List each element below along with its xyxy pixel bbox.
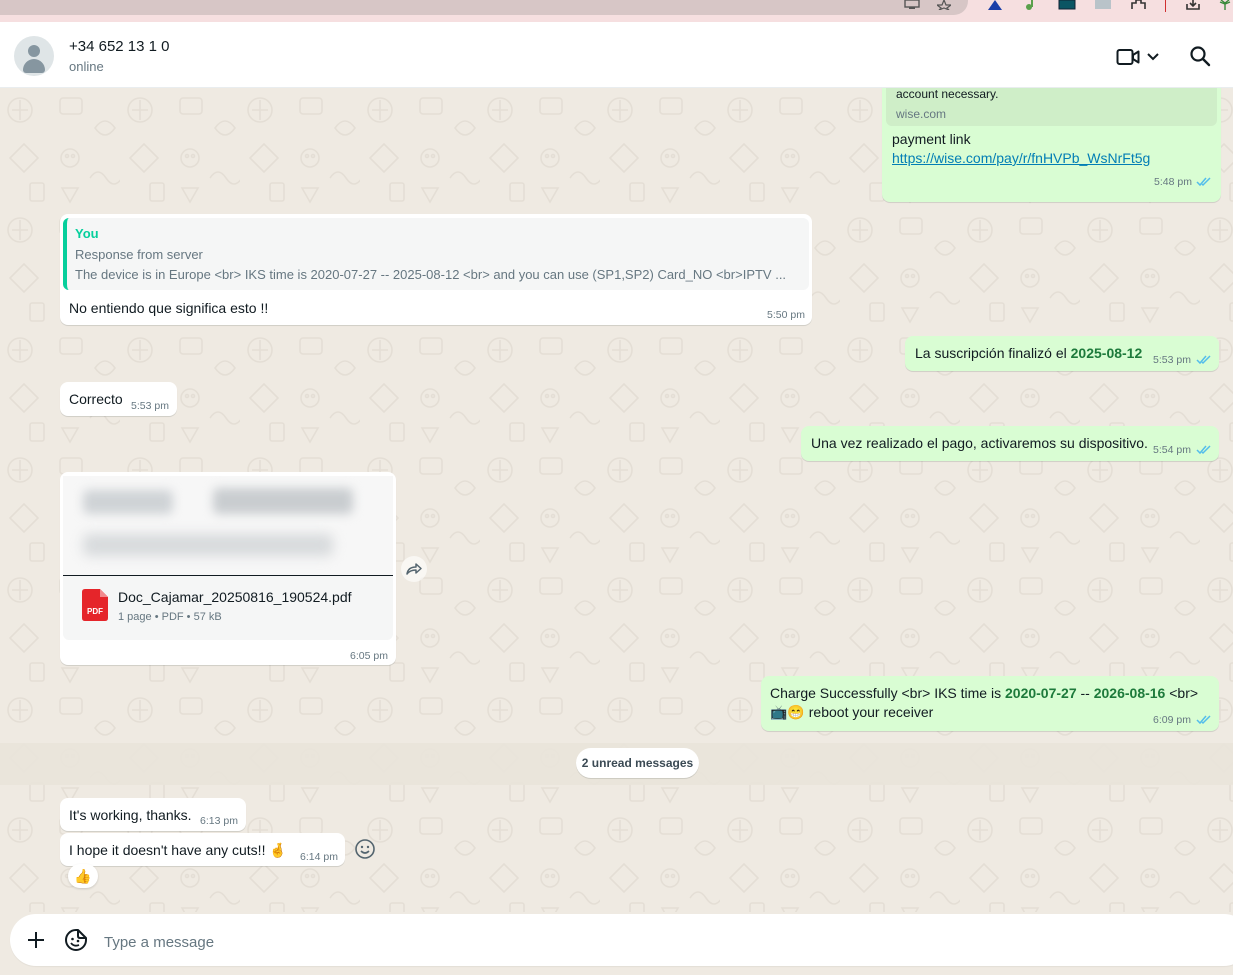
attach-button[interactable] [24, 928, 48, 952]
forward-icon [406, 563, 422, 575]
chevron-down-icon [1147, 53, 1159, 61]
message-correcto[interactable]: Correcto 5:53 pm [60, 382, 177, 416]
extension-gray-icon[interactable] [1094, 0, 1112, 10]
crossed-fingers-emoji: 🤞 [269, 842, 287, 858]
document-file-meta: 1 page • PDF • 57 kB [118, 611, 222, 623]
quote-line-2: The device is in Europe <br> IKS time is… [75, 267, 787, 282]
message-time: 6:13 pm [200, 815, 238, 827]
avatar-body-shape [23, 59, 45, 73]
message-subscription-ended[interactable]: La suscripción finalizó el 2025-08-12 5:… [905, 336, 1219, 371]
read-ticks-icon [1196, 355, 1211, 365]
charge-text-2: <br> [1169, 685, 1199, 701]
document-file-name[interactable]: Doc_Cajamar_20250816_190524.pdf [118, 589, 352, 605]
link-preview-description: account necessary. [896, 88, 999, 101]
address-bar[interactable] [0, 0, 968, 15]
sticker-icon [65, 929, 87, 951]
message-no-cuts[interactable]: I hope it doesn't have any cuts!! 🤞 6:14… [60, 833, 345, 866]
link-preview-domain: wise.com [896, 107, 947, 121]
message-text-content: I hope it doesn't have any cuts!! [69, 842, 266, 858]
message-reply[interactable]: You Response from server The device is i… [60, 214, 812, 325]
music-icon[interactable] [1024, 0, 1038, 10]
star-icon[interactable] [937, 0, 951, 10]
message-time: 6:09 pm [1153, 714, 1191, 726]
plus-icon [28, 932, 44, 948]
message-input[interactable] [102, 928, 1006, 956]
charge-date-separator: -- [1080, 685, 1090, 701]
avatar[interactable] [14, 36, 54, 76]
charge-start-date: 2020-07-27 [1005, 685, 1077, 701]
blurred-preview [83, 534, 333, 556]
read-ticks-icon [1196, 177, 1211, 187]
message-text: I hope it doesn't have any cuts!! 🤞 [69, 842, 287, 859]
charge-text-1: Charge Successfully <br> IKS time is [770, 685, 1002, 701]
message-text: Charge Successfully <br> IKS time is 202… [770, 685, 1198, 701]
link-preview[interactable]: account necessary. wise.com [886, 88, 1217, 126]
quoted-message[interactable]: You Response from server The device is i… [63, 218, 809, 290]
message-time: 5:54 pm [1153, 444, 1191, 456]
read-ticks-icon [1196, 715, 1211, 725]
message-time: 6:05 pm [350, 650, 388, 662]
message-payment-activation[interactable]: Una vez realizado el pago, activaremos s… [801, 426, 1219, 461]
smiley-icon [355, 839, 375, 859]
message-document[interactable]: PDF Doc_Cajamar_20250816_190524.pdf 1 pa… [60, 472, 396, 665]
reaction-badge[interactable]: 👍 [68, 864, 98, 888]
quote-author: You [75, 226, 99, 241]
contact-name[interactable]: +34 652 13 1 0 [69, 38, 170, 55]
document-file-row[interactable]: PDF Doc_Cajamar_20250816_190524.pdf 1 pa… [63, 576, 393, 640]
message-list[interactable]: account necessary. wise.com payment link… [0, 88, 1233, 912]
charge-end-date: 2026-08-16 [1093, 685, 1166, 701]
video-camera-icon [1116, 49, 1140, 65]
message-time: 5:53 pm [131, 400, 169, 412]
avatar-head-shape [28, 45, 40, 57]
message-text: It's working, thanks. [69, 807, 192, 823]
message-time: 6:14 pm [300, 851, 338, 863]
unread-messages-badge: 2 unread messages [576, 748, 699, 778]
extension-a-icon[interactable] [986, 0, 1004, 10]
download-icon[interactable] [1184, 0, 1202, 10]
search-button[interactable] [1188, 44, 1212, 68]
message-text-prefix: La suscripción finalizó el [915, 345, 1067, 361]
subscription-end-date: 2025-08-12 [1070, 345, 1143, 361]
message-text: La suscripción finalizó el 2025-08-12 [915, 345, 1142, 361]
react-button[interactable] [353, 837, 377, 861]
sticker-button[interactable] [63, 927, 89, 953]
puzzle-icon[interactable] [1130, 0, 1148, 10]
message-charge-success[interactable]: Charge Successfully <br> IKS time is 202… [761, 676, 1219, 731]
payment-link[interactable]: https://wise.com/pay/r/fnHVPb_WsNrFt5g [892, 150, 1150, 166]
svg-text:PDF: PDF [87, 607, 103, 616]
message-wise-payment[interactable]: account necessary. wise.com payment link… [882, 88, 1221, 202]
contact-status: online [69, 59, 104, 74]
composer-box [10, 914, 1233, 966]
video-call-button[interactable] [1116, 46, 1166, 68]
read-ticks-icon [1196, 445, 1211, 455]
tv-grin-emoji: 📺😁 [770, 704, 805, 720]
blurred-preview [83, 490, 173, 514]
message-text: Correcto [69, 391, 123, 407]
message-text: payment link [892, 131, 971, 147]
charge-text-3: reboot your receiver [808, 704, 934, 720]
pdf-file-icon: PDF [82, 589, 108, 621]
forward-button[interactable] [401, 556, 427, 582]
message-text-line-2: 📺😁 reboot your receiver [770, 704, 933, 721]
document-thumbnail[interactable] [63, 476, 393, 576]
chat-header: +34 652 13 1 0 online [0, 22, 1233, 88]
message-text: Una vez realizado el pago, activaremos s… [811, 435, 1148, 451]
composer [0, 912, 1233, 975]
message-time: 5:50 pm [767, 309, 805, 321]
search-icon [1190, 46, 1211, 67]
message-time: 5:48 pm [1154, 176, 1192, 188]
extension-square-icon[interactable] [1058, 0, 1076, 10]
monitor-icon[interactable] [904, 0, 920, 10]
message-time: 5:53 pm [1153, 354, 1191, 366]
quote-line-1: Response from server [75, 247, 203, 262]
blurred-preview [213, 488, 353, 514]
thumbs-up-emoji: 👍 [74, 868, 92, 884]
extension-palm-icon[interactable] [1218, 0, 1233, 10]
toolbar-divider [1165, 0, 1166, 12]
message-working-thanks[interactable]: It's working, thanks. 6:13 pm [60, 798, 246, 831]
browser-toolbar [0, 0, 1233, 22]
message-text: No entiendo que significa esto !! [69, 300, 269, 316]
